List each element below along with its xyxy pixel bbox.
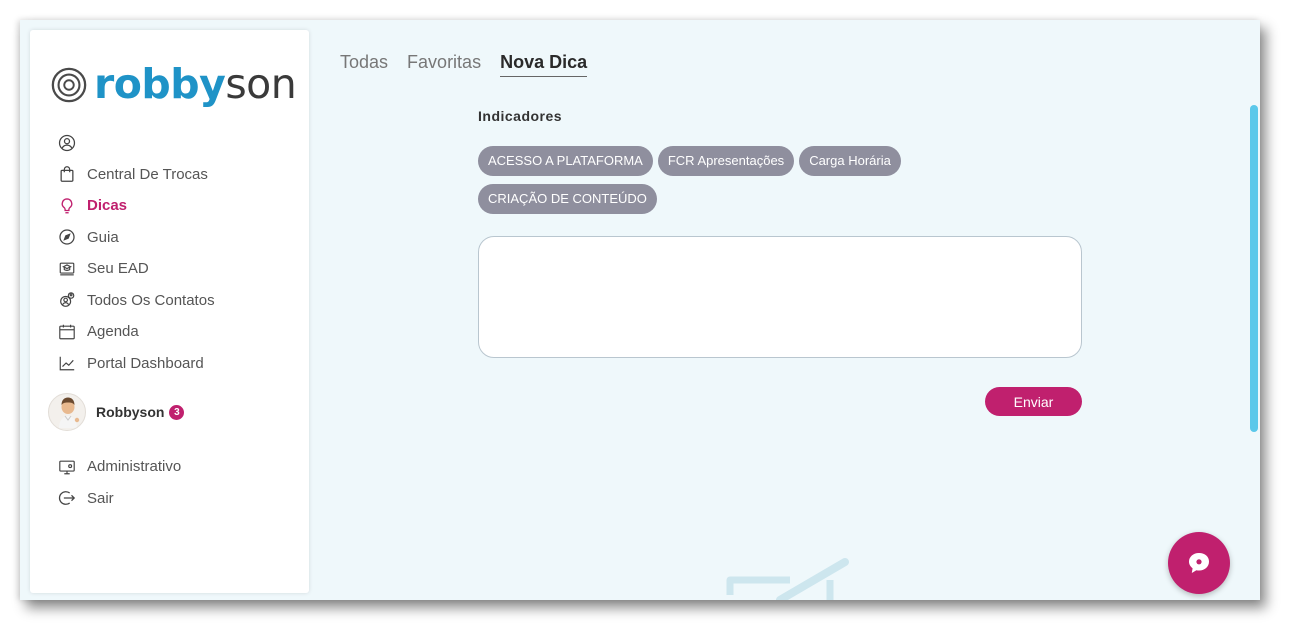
tip-textarea[interactable] (478, 236, 1082, 358)
tab-todas[interactable]: Todas (340, 52, 388, 76)
logo-text: robbyson (94, 64, 297, 105)
chart-line-icon (58, 354, 76, 372)
sidebar-item-dicas[interactable]: Dicas (58, 190, 303, 222)
logo-mark-icon (51, 67, 87, 102)
sidebar-item-todos-os-contatos[interactable]: Todos Os Contatos (58, 285, 303, 317)
sidebar-item-label: Agenda (87, 323, 139, 341)
admin-screen-icon (58, 458, 76, 476)
sidebar-item-label: Central De Trocas (87, 165, 208, 183)
sidebar-item-label: Dicas (87, 197, 128, 215)
sidebar-item-guia[interactable]: Guia (58, 222, 303, 254)
section-title: Indicadores (478, 108, 563, 124)
compass-icon (58, 228, 76, 246)
tab-favoritas[interactable]: Favoritas (407, 52, 481, 76)
chip-acesso-a-plataforma[interactable]: ACESSO A PLATAFORMA (478, 146, 653, 176)
sidebar-item-label: Sair (87, 489, 114, 507)
chat-bubble-icon (1189, 553, 1209, 573)
sidebar-item-portal-dashboard[interactable]: Portal Dashboard (58, 348, 303, 380)
sidebar-item-label: Todos Os Contatos (87, 291, 215, 309)
notification-badge: 3 (169, 404, 185, 420)
presentation-icon (58, 260, 76, 278)
lightbulb-icon (58, 197, 76, 215)
sidebar-bottom-nav: Administrativo Sair (58, 451, 303, 514)
sidebar-item-seu-ead[interactable]: Seu EAD (58, 253, 303, 285)
logout-icon (58, 489, 76, 507)
tabs-bar: Todas Favoritas Nova Dica (340, 52, 606, 77)
chip-carga-horaria[interactable]: Carga Horária (799, 146, 901, 176)
user-name: Robbyson (96, 404, 165, 420)
sidebar-item-label: Administrativo (87, 458, 182, 476)
chip-fcr-apresentacoes[interactable]: FCR Apresentações (657, 146, 795, 176)
contacts-icon (58, 291, 76, 309)
chat-button[interactable] (1168, 532, 1230, 594)
sidebar-nav: Central De Trocas Dicas Guia Seu EAD Tod… (58, 127, 303, 379)
pencil-illustration-icon (726, 558, 849, 600)
avatar (48, 393, 86, 431)
tab-nova-dica[interactable]: Nova Dica (500, 52, 588, 77)
user-profile[interactable]: Robbyson 3 (48, 393, 185, 431)
send-button[interactable]: Enviar (985, 387, 1082, 416)
scrollbar[interactable] (1250, 105, 1258, 432)
app-window: robbyson Central De Trocas Dicas Guia Se… (20, 20, 1260, 600)
sidebar-item-profile[interactable] (58, 127, 303, 159)
avatar-character-icon (59, 397, 80, 428)
sidebar-item-central-de-trocas[interactable]: Central De Trocas (58, 159, 303, 191)
sidebar-item-administrativo[interactable]: Administrativo (58, 451, 303, 483)
shopping-bag-icon (58, 165, 76, 183)
user-circle-icon (58, 134, 76, 152)
sidebar-item-sair[interactable]: Sair (58, 483, 303, 515)
brand-logo[interactable]: robbyson (50, 64, 297, 105)
sidebar: robbyson Central De Trocas Dicas Guia Se… (30, 30, 309, 593)
sidebar-item-label: Seu EAD (87, 260, 149, 278)
chip-criacao-de-conteudo[interactable]: CRIAÇÃO DE CONTEÚDO (478, 184, 657, 214)
sidebar-item-label: Guia (87, 228, 119, 246)
sidebar-item-agenda[interactable]: Agenda (58, 316, 303, 348)
sidebar-item-label: Portal Dashboard (87, 354, 204, 372)
logo-text-robby: robby (94, 60, 226, 108)
logo-text-son: son (225, 60, 297, 108)
indicator-chips: ACESSO A PLATAFORMA FCR Apresentações Ca… (478, 146, 978, 222)
calendar-icon (58, 323, 76, 341)
